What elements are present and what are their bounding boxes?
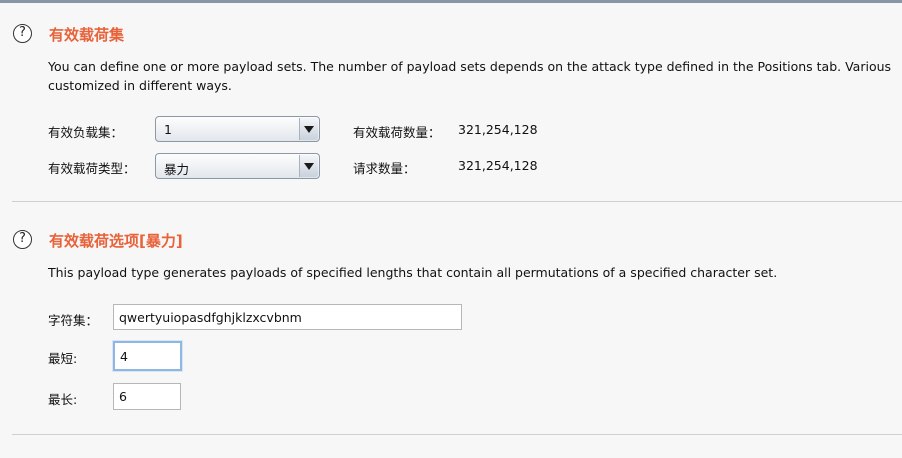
payload-count-value: 321,254,128 [458,122,538,137]
payload-type-label: 有效载荷类型： [48,161,136,176]
charset-value: qwertyuiopasdfghjklzxcvbnm [119,310,302,325]
payload-set-value: 1 [164,122,172,137]
request-count-value: 321,254,128 [458,158,538,173]
section-title-payload-options: 有效载荷选项[暴力] [49,232,183,250]
window-top-border [0,0,902,3]
min-length-value: 4 [120,349,128,364]
section-divider [12,201,902,202]
min-length-label: 最短: [48,351,78,366]
max-length-label: 最长: [48,392,78,407]
charset-label: 字符集： [48,313,99,328]
payload-sets-description-line1: You can define one or more payload sets.… [48,59,892,74]
chevron-down-icon[interactable] [299,155,318,177]
payload-type-value: 暴力 [164,162,190,177]
min-length-input[interactable]: 4 [113,341,182,371]
payload-set-select[interactable]: 1 [155,116,320,142]
payload-type-select[interactable]: 暴力 [155,153,320,179]
section-divider [12,434,902,435]
help-icon[interactable]: ? [13,24,32,43]
max-length-value: 6 [119,389,127,404]
max-length-input[interactable]: 6 [113,383,181,410]
section-title-payload-sets: 有效载荷集 [49,26,125,44]
charset-input[interactable]: qwertyuiopasdfghjklzxcvbnm [113,304,462,330]
payload-options-description: This payload type generates payloads of … [48,265,778,280]
payload-sets-description-line2: customized in different ways. [48,78,232,93]
payload-set-label: 有效负载集： [48,125,124,140]
chevron-down-icon[interactable] [299,118,318,140]
payload-count-label: 有效载荷数量： [353,125,441,140]
help-icon[interactable]: ? [13,230,32,249]
request-count-label: 请求数量： [353,161,416,176]
